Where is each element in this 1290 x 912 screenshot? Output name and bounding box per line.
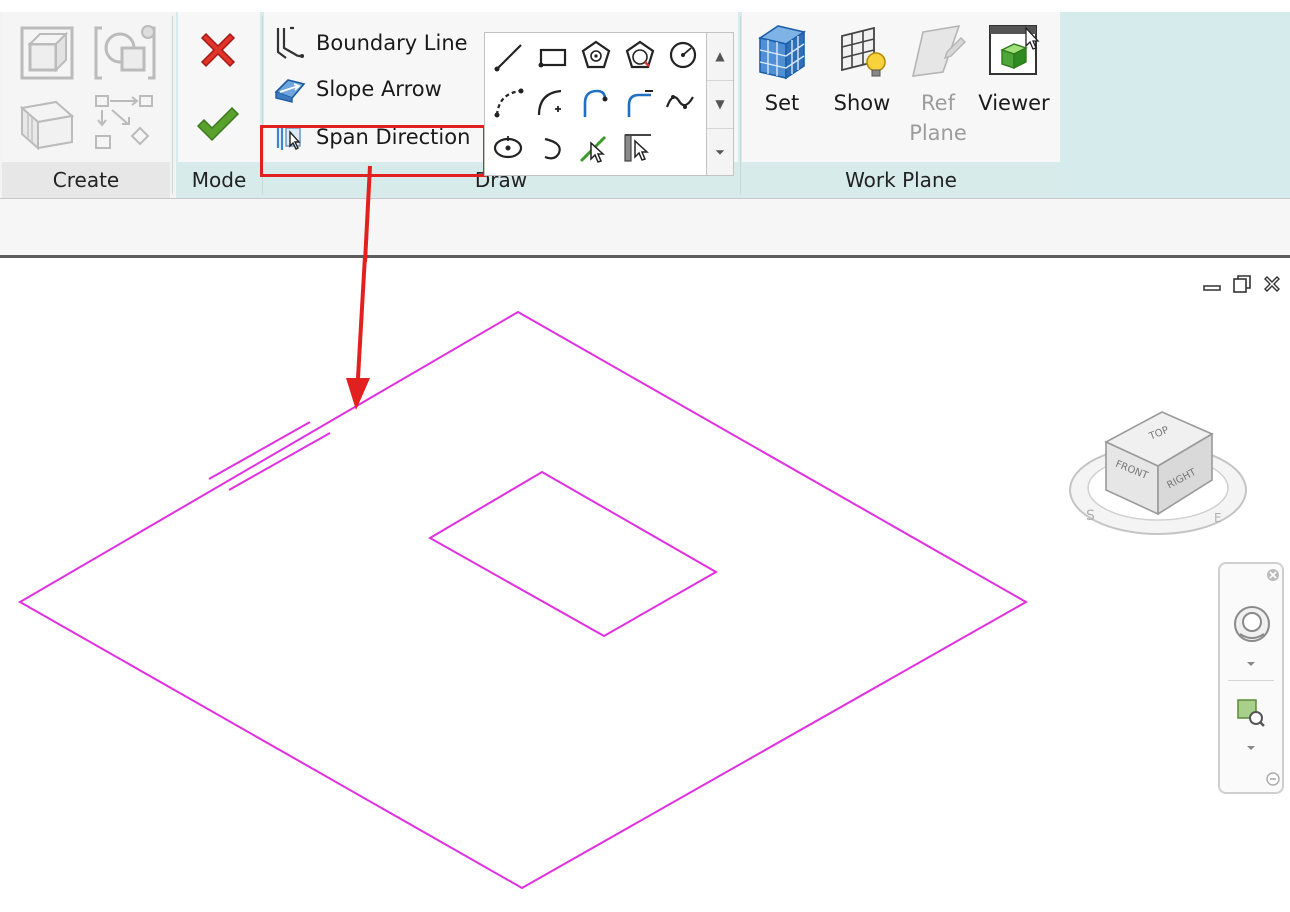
ref-plane-label-line1: Ref bbox=[921, 91, 955, 115]
viewer-button[interactable]: Viewer bbox=[978, 22, 1050, 118]
viewer-label: Viewer bbox=[978, 91, 1050, 115]
set-work-plane-button[interactable]: Set bbox=[746, 22, 818, 118]
zoom-region-icon[interactable] bbox=[1234, 696, 1266, 728]
pick-walls-icon[interactable] bbox=[621, 131, 655, 165]
floor-boundary-sketch[interactable] bbox=[17, 310, 1029, 890]
create-panel-body bbox=[2, 12, 170, 162]
pick-lines-icon[interactable] bbox=[577, 131, 611, 165]
slope-arrow-button[interactable]: Slope Arrow bbox=[274, 74, 442, 104]
show-label: Show bbox=[833, 91, 891, 115]
in-place-model-icon[interactable] bbox=[94, 22, 160, 84]
navigation-bar bbox=[1218, 562, 1284, 794]
viewcube[interactable]: S E TOP FRONT RIGHT bbox=[1064, 392, 1254, 542]
gallery-scroll-up-icon[interactable]: ▲ bbox=[707, 33, 733, 81]
sheets-icon[interactable] bbox=[16, 94, 78, 152]
gallery-expand-icon[interactable]: ⏷ bbox=[707, 129, 733, 176]
ref-plane-label-line2: Plane bbox=[909, 121, 967, 145]
viewer-icon bbox=[984, 22, 1044, 80]
circumscribed-polygon-icon[interactable] bbox=[623, 39, 657, 73]
options-bar bbox=[0, 199, 1290, 255]
cancel-edit-mode-button[interactable] bbox=[196, 30, 240, 74]
drawing-canvas[interactable] bbox=[0, 258, 1290, 912]
annotation-arrow bbox=[346, 258, 370, 410]
navbar-options-icon[interactable] bbox=[1266, 772, 1280, 786]
inner-opening-line[interactable] bbox=[427, 470, 719, 638]
gallery-scroll: ▲ ▼ ⏷ bbox=[706, 33, 733, 175]
create-panel: Create bbox=[2, 12, 170, 198]
steering-wheel-dropdown-icon[interactable] bbox=[1246, 660, 1256, 668]
set-label: Set bbox=[764, 91, 800, 115]
start-end-radius-arc-icon[interactable] bbox=[493, 87, 525, 119]
compass-s-label: S bbox=[1086, 508, 1095, 524]
work-plane-panel-title: Work Plane bbox=[742, 162, 1060, 198]
span-direction-symbol-line[interactable] bbox=[208, 421, 311, 480]
outer-boundary-line[interactable] bbox=[17, 310, 1029, 890]
zoom-dropdown-icon[interactable] bbox=[1246, 744, 1256, 752]
hierarchy-icon[interactable] bbox=[94, 92, 156, 156]
center-ends-arc-icon[interactable] bbox=[535, 87, 567, 119]
ellipse-icon[interactable] bbox=[491, 133, 525, 163]
navbar-close-icon[interactable] bbox=[1266, 568, 1280, 582]
top-strip bbox=[0, 0, 1290, 12]
show-work-plane-button[interactable]: Show bbox=[826, 22, 898, 118]
slope-arrow-icon bbox=[274, 74, 306, 104]
inscribed-polygon-icon[interactable] bbox=[579, 39, 613, 73]
span-direction-symbol-line[interactable] bbox=[228, 432, 331, 491]
mode-panel: Mode bbox=[178, 12, 260, 198]
compass-e-label: E bbox=[1214, 511, 1222, 525]
annotation-arrow-upper bbox=[363, 165, 372, 263]
ref-plane-icon bbox=[909, 22, 967, 80]
circle-icon[interactable] bbox=[667, 39, 699, 71]
slope-arrow-label: Slope Arrow bbox=[316, 77, 442, 101]
set-work-plane-icon bbox=[756, 22, 808, 80]
finish-edit-mode-button[interactable] bbox=[196, 106, 240, 146]
boundary-line-icon bbox=[274, 26, 306, 60]
fillet-arc-icon[interactable] bbox=[623, 87, 655, 119]
ref-plane-button[interactable]: Ref Plane bbox=[902, 22, 974, 148]
boundary-line-label: Boundary Line bbox=[316, 31, 468, 55]
gallery-scroll-down-icon[interactable]: ▼ bbox=[707, 81, 733, 129]
ribbon: Create Mode Draw Boundary Line Slope Arr… bbox=[0, 12, 1290, 199]
component-icon[interactable] bbox=[16, 22, 78, 84]
rectangle-icon[interactable] bbox=[537, 41, 569, 73]
mode-panel-title: Mode bbox=[178, 162, 260, 198]
show-work-plane-icon bbox=[836, 22, 888, 80]
line-icon[interactable] bbox=[493, 41, 525, 73]
mode-panel-body bbox=[178, 12, 260, 162]
partial-ellipse-icon[interactable] bbox=[539, 133, 567, 163]
steering-wheel-icon[interactable] bbox=[1232, 604, 1272, 644]
navbar-divider bbox=[1228, 680, 1274, 681]
boundary-line-button[interactable]: Boundary Line bbox=[274, 26, 468, 60]
panel-divider bbox=[172, 16, 173, 194]
create-panel-title: Create bbox=[2, 162, 170, 198]
panel-divider bbox=[740, 16, 741, 194]
tangent-end-arc-icon[interactable] bbox=[579, 87, 611, 119]
ref-plane-label: Ref Plane bbox=[902, 88, 974, 148]
spline-icon[interactable] bbox=[665, 87, 697, 119]
draw-shapes-gallery: ▲ ▼ ⏷ bbox=[484, 32, 734, 176]
